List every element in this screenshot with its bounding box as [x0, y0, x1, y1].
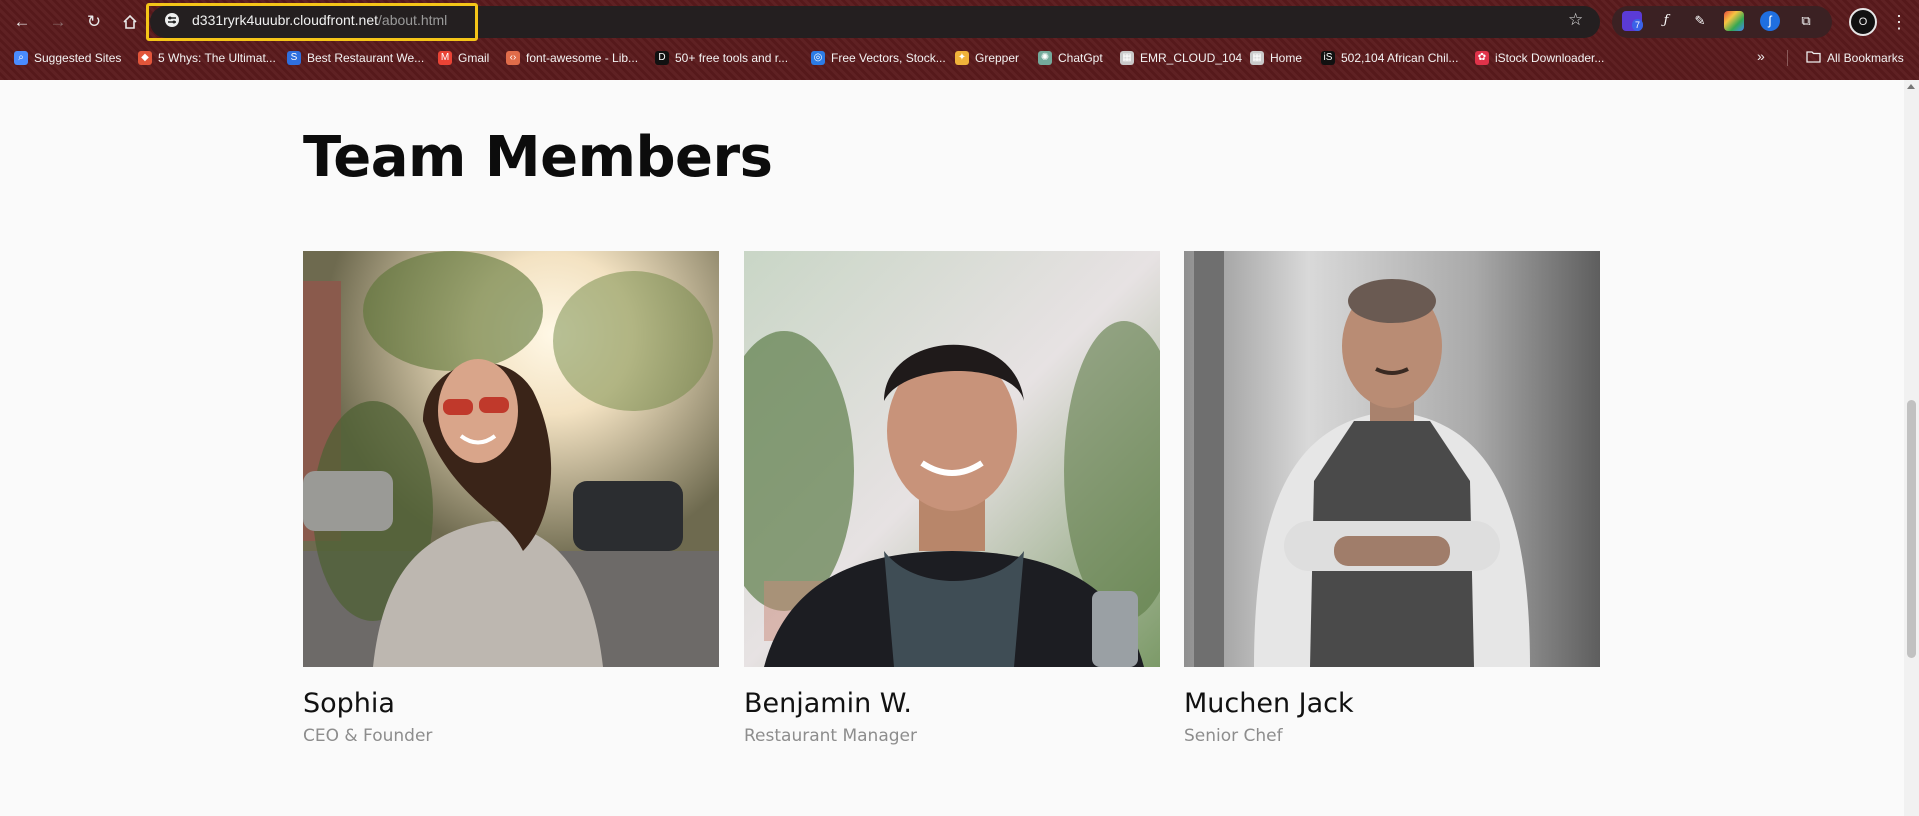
- member-photo-muchen: [1184, 251, 1600, 667]
- bookmark-label: 502,104 African Chil...: [1341, 51, 1459, 65]
- member-photo-sophia: [303, 251, 719, 667]
- dev-icon: D: [655, 51, 669, 65]
- bookmark-item[interactable]: S Best Restaurant We...: [287, 49, 424, 67]
- woman-with-sunglasses-photo: [303, 251, 719, 667]
- page-title: Team Members: [303, 125, 773, 190]
- member-role: Senior Chef: [1184, 726, 1283, 746]
- bookmark-item[interactable]: D 50+ free tools and r...: [655, 49, 788, 67]
- bookmark-label: Gmail: [458, 51, 490, 65]
- smiling-man-with-scarf-photo: [744, 251, 1160, 667]
- blue-extension-icon[interactable]: ʃ: [1760, 11, 1780, 31]
- extension-badge-icon[interactable]: 7: [1622, 11, 1644, 31]
- bookmark-item[interactable]: ◆ 5 Whys: The Ultimat...: [138, 49, 276, 67]
- url-host: d331ryrk4uuubr.cloudfront.net: [192, 12, 379, 28]
- bookmark-label: EMR_CLOUD_104: [1140, 51, 1243, 65]
- browser-menu-icon[interactable]: ⋮: [1890, 8, 1908, 36]
- grepper-icon: ✦: [955, 51, 969, 65]
- s-icon: S: [287, 51, 301, 65]
- member-role: CEO & Founder: [303, 726, 433, 746]
- bookmarks-bar: ⌕ Suggested Sites ◆ 5 Whys: The Ultimat... S…: [0, 46, 1919, 70]
- forward-icon[interactable]: →: [44, 8, 72, 36]
- eyedropper-icon[interactable]: ✎: [1690, 11, 1710, 31]
- function-extension-icon[interactable]: ƒ: [1656, 11, 1676, 31]
- bookmark-label: Home: [1270, 51, 1303, 65]
- bookmark-item[interactable]: ◎ Free Vectors, Stock...: [811, 49, 946, 67]
- flower-icon: ✿: [1475, 51, 1489, 65]
- puzzle-extensions-icon[interactable]: ⧉: [1796, 11, 1816, 31]
- istock-icon: iS: [1321, 51, 1335, 65]
- bookmark-label: Best Restaurant We...: [307, 51, 425, 65]
- member-photo-benjamin: [744, 251, 1160, 667]
- reload-icon[interactable]: ↻: [80, 8, 108, 36]
- bookmark-label: Grepper: [975, 51, 1020, 65]
- bookmark-item[interactable]: iS 502,104 African Chil...: [1321, 49, 1458, 67]
- scroll-up-arrow-icon[interactable]: [1907, 84, 1915, 89]
- profile-avatar[interactable]: O: [1849, 8, 1877, 36]
- search-icon: ⌕: [14, 51, 28, 65]
- bookmark-item[interactable]: ⌕ Suggested Sites: [14, 49, 121, 67]
- bookmark-item[interactable]: ▦ Home: [1250, 49, 1302, 67]
- bookmark-item[interactable]: ✺ ChatGpt: [1038, 49, 1103, 67]
- all-bookmarks-button[interactable]: All Bookmarks: [1806, 49, 1904, 67]
- bookmark-label: 5 Whys: The Ultimat...: [158, 51, 276, 65]
- bookmark-item[interactable]: ✦ Grepper: [955, 49, 1019, 67]
- bookmarks-divider: [1787, 50, 1788, 66]
- bookmark-label: iStock Downloader...: [1495, 51, 1605, 65]
- member-role: Restaurant Manager: [744, 726, 917, 746]
- bookmark-label: font-awesome - Lib...: [526, 51, 639, 65]
- member-name: Muchen Jack: [1184, 688, 1354, 719]
- member-name: Benjamin W.: [744, 688, 912, 719]
- folder-icon: [1806, 50, 1821, 66]
- home-icon[interactable]: [116, 8, 144, 36]
- grid-icon: ▦: [1250, 51, 1264, 65]
- bookmark-label: Free Vectors, Stock...: [831, 51, 946, 65]
- gmail-icon: M: [438, 51, 452, 65]
- bookmark-label: Suggested Sites: [34, 51, 122, 65]
- bookmark-label: 50+ free tools and r...: [675, 51, 789, 65]
- scrollbar-thumb[interactable]: [1907, 400, 1916, 658]
- site-info-icon[interactable]: [162, 13, 182, 31]
- chef-in-apron-photo: [1184, 251, 1600, 667]
- chatgpt-icon: ✺: [1038, 51, 1052, 65]
- url-path: /about.html: [378, 12, 448, 28]
- color-picker-extension-icon[interactable]: [1724, 11, 1744, 31]
- bookmark-star-icon[interactable]: ☆: [1568, 10, 1583, 30]
- url-text[interactable]: d331ryrk4uuubr.cloudfront.net/about.html: [192, 12, 447, 28]
- code-icon: ‹›: [506, 51, 520, 65]
- back-icon[interactable]: ←: [8, 8, 36, 36]
- bookmark-item[interactable]: ‹› font-awesome - Lib...: [506, 49, 638, 67]
- globe-icon: ◎: [811, 51, 825, 65]
- diamond-icon: ◆: [138, 51, 152, 65]
- extension-badge-count: 7: [1632, 19, 1644, 31]
- grid-icon: ▦: [1120, 51, 1134, 65]
- member-name: Sophia: [303, 688, 395, 719]
- bookmark-label: ChatGpt: [1058, 51, 1103, 65]
- bookmark-item[interactable]: M Gmail: [438, 49, 489, 67]
- all-bookmarks-label: All Bookmarks: [1827, 51, 1904, 65]
- bookmark-item[interactable]: ✿ iStock Downloader...: [1475, 49, 1604, 67]
- bookmark-item[interactable]: ▦ EMR_CLOUD_104: [1120, 49, 1242, 67]
- more-bookmarks-icon[interactable]: »: [1757, 48, 1765, 64]
